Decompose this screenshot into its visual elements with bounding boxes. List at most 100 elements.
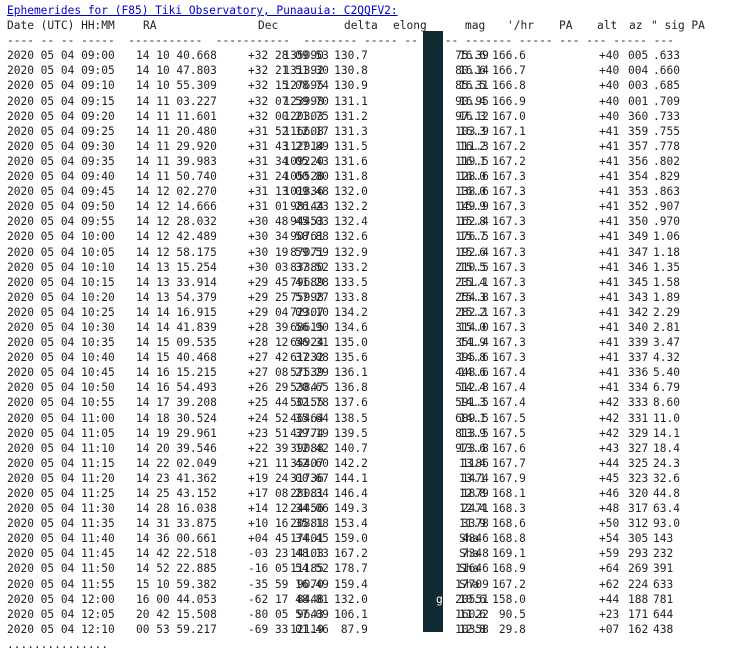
cell-rate: 80.14 <box>455 64 489 78</box>
table-row: 2020 05 04 10:40 14 15 40.468 +27 42 37.08… <box>7 350 680 365</box>
cell-date: 2020 05 04 11:45 <box>7 547 115 561</box>
table-row: 2020 05 04 09:50 14 12 14.666 +31 01 26.23… <box>7 199 680 214</box>
cell-az: 333 <box>628 396 649 410</box>
cell-sm: M <box>443 109 450 123</box>
cell-pa: 167.3 <box>492 290 526 304</box>
table-row: 2020 05 04 10:05 14 12 58.175 +30 19 59.59… <box>7 245 680 260</box>
cell-date: 2020 05 04 12:10 <box>7 622 115 636</box>
cell-rate: 4846 <box>461 532 489 546</box>
cell-az: 334 <box>628 381 649 395</box>
cell-rate: 111.3 <box>455 139 489 153</box>
cell-ra: 14 12 28.032 <box>136 215 217 229</box>
cell-az: 357 <box>628 139 649 153</box>
table-row: 2020 05 04 11:30 14 28 16.038 +14 12 34.06… <box>7 501 680 516</box>
ephemeris-page: Ephemerides for (F85) Tiki Observatory, … <box>7 3 705 652</box>
cell-ra: 14 15 09.535 <box>136 336 217 350</box>
cell-pa: 166.6 <box>492 49 526 63</box>
cell-alt: +41 <box>599 139 620 153</box>
cell-sig-pa: 2.81 <box>653 320 680 334</box>
cell-pa: 167.4 <box>492 381 526 395</box>
cell-sig-pa: .778 <box>653 139 680 153</box>
cell-sm: M <box>443 366 450 380</box>
cell-ra: 14 13 15.254 <box>136 260 217 274</box>
cell-sm: M <box>443 351 450 365</box>
cell-date: 2020 05 04 09:50 <box>7 200 115 214</box>
cell-az: 293 <box>628 547 649 561</box>
cell-delta: 90761 <box>290 230 324 244</box>
cell-rate: 1186 <box>461 456 489 470</box>
cell-rate: 591.5 <box>455 396 489 410</box>
cell-date: 2020 05 04 09:05 <box>7 64 115 78</box>
cell-ra: 14 23 41.362 <box>136 471 217 485</box>
cell-sig-pa: 18.4 <box>653 441 680 455</box>
title-line: Ephemerides for (F85) Tiki Observatory, … <box>7 3 674 18</box>
table-row: 2020 05 04 09:55 14 12 28.032 +30 48 45.03… <box>7 214 680 229</box>
cell-ra: 14 52 22.885 <box>136 562 217 576</box>
ephemeris-title-link[interactable]: Ephemerides for (F85) Tiki Observatory, … <box>7 4 398 17</box>
cell-az: 342 <box>628 305 649 319</box>
cell-alt: +40 <box>599 64 620 78</box>
cell-delta: 120303 <box>283 109 324 123</box>
cell-date: 2020 05 04 10:00 <box>7 230 115 244</box>
cell-alt: +07 <box>599 622 620 636</box>
cell-pa: 168.1 <box>492 487 526 500</box>
table-row: 2020 05 04 09:15 14 11 03.227 +32 07 59.70… <box>7 94 680 109</box>
cell-elong: 159.0 <box>334 532 368 546</box>
cell-alt: +42 <box>599 426 620 440</box>
cell-alt: +41 <box>599 230 620 244</box>
cell-delta: 28081 <box>290 487 324 500</box>
cell-date: 2020 05 04 09:40 <box>7 170 115 184</box>
cell-sm: M <box>443 245 450 259</box>
cell-alt: +41 <box>599 336 620 350</box>
cell-az: 343 <box>628 290 649 304</box>
cell-delta: 94453 <box>290 215 324 229</box>
cell-az: 269 <box>628 562 649 576</box>
cell-az: 188 <box>628 592 649 606</box>
cell-elong: 137.6 <box>334 396 368 410</box>
cell-sm: M <box>443 230 450 244</box>
cell-az: 317 <box>628 502 649 516</box>
cell-rate: 90.95 <box>455 94 489 108</box>
cell-rate: 85.31 <box>455 79 489 93</box>
cell-rate: 17709 <box>455 577 489 591</box>
cell-alt: +50 <box>599 517 620 531</box>
cell-elong: 132.2 <box>334 200 368 214</box>
cell-pa: 167.2 <box>492 154 526 168</box>
cell-ra: 14 11 39.983 <box>136 154 217 168</box>
cell-sig-pa: .660 <box>653 64 680 78</box>
cell-pa: 167.3 <box>492 230 526 244</box>
cell-alt: +54 <box>599 532 620 546</box>
table-row: 2020 05 04 10:00 14 12 42.489 +30 34 58.88… <box>7 229 680 244</box>
cell-delta: 116608 <box>283 124 324 138</box>
table-row: 2020 05 04 11:50 14 52 22.885 -16 05 54.52… <box>7 561 674 576</box>
cell-sm: M <box>443 305 450 319</box>
cell-delta: 35407 <box>290 456 324 470</box>
cell-elong: 136.8 <box>334 381 368 395</box>
table-row: 2020 05 04 10:30 14 14 41.839 +28 39 56.90… <box>7 320 680 335</box>
cell-sig-pa: 93.0 <box>653 517 680 531</box>
table-row: 2020 05 04 09:35 14 11 39.983 +31 34 05.43… <box>7 154 680 169</box>
cell-delta: 109220 <box>283 154 324 168</box>
cell-ra: 14 14 41.839 <box>136 320 217 334</box>
cell-delta: 101836 <box>283 185 324 199</box>
cell-elong: 132.6 <box>334 230 368 244</box>
cell-sm: M <box>443 471 450 485</box>
cell-alt: +44 <box>599 456 620 470</box>
cell-rate: 11646 <box>455 562 489 576</box>
cell-sig-pa: .633 <box>653 49 680 63</box>
cell-delta: 9643 <box>296 607 324 621</box>
cell-ra: 14 16 15.215 <box>136 366 217 380</box>
cell-delta: 42774 <box>290 426 324 440</box>
table-row: 2020 05 04 10:45 14 16 15.215 +27 08 21.29… <box>7 365 680 380</box>
table-row: 2020 05 04 10:20 14 13 54.379 +29 25 57.27… <box>7 290 680 305</box>
table-row: 2020 05 04 11:00 14 18 30.524 +24 52 35.64… <box>7 411 680 426</box>
table-row: 2020 05 04 09:10 14 10 55.309 +32 15 08.74… <box>7 78 680 93</box>
cell-az: 329 <box>628 426 649 440</box>
cell-sig-pa: 1.89 <box>653 290 680 304</box>
cell-alt: +41 <box>599 170 620 184</box>
cell-sig-pa: 8.60 <box>653 396 680 410</box>
cell-ra: 14 42 22.518 <box>136 547 217 561</box>
cell-sig-pa: .709 <box>653 94 680 108</box>
cell-date: 2020 05 04 11:50 <box>7 562 115 576</box>
cell-az: 320 <box>628 487 649 500</box>
